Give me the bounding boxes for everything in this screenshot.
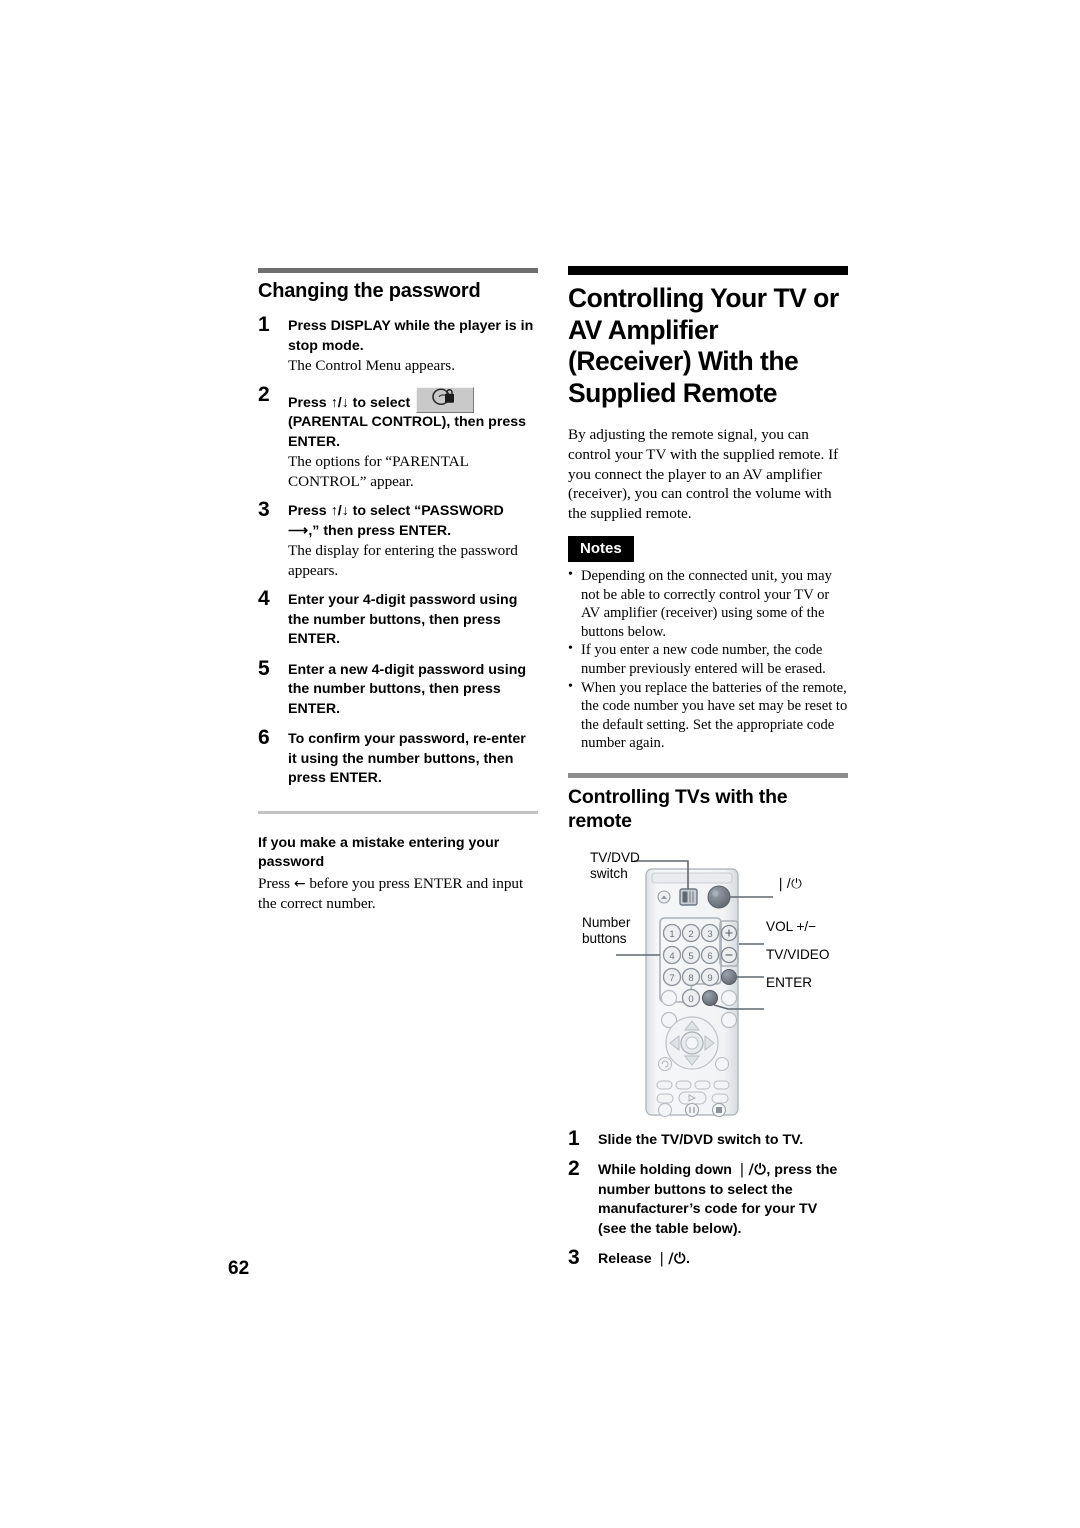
label-number-line1: Number bbox=[582, 914, 631, 930]
right-column: Controlling Your TV or AV Amplifier (Rec… bbox=[568, 266, 848, 1281]
step-2: 2 Press ↑/↓ to select (PARENTAL CONTROL)… bbox=[258, 382, 538, 492]
label-enter-button: ENTER bbox=[766, 974, 813, 990]
svg-text:8: 8 bbox=[688, 973, 693, 984]
right-separator-rule bbox=[568, 772, 848, 778]
remote-step-2: 2 While holding down ❘/⏻, press the numb… bbox=[568, 1157, 848, 1239]
step-number: 6 bbox=[258, 726, 270, 749]
svg-text:4: 4 bbox=[669, 951, 674, 962]
step-instruction: Press ↑/↓ to select “PASSWORD ⟶,” then p… bbox=[288, 503, 504, 539]
step-result: The display for entering the password ap… bbox=[288, 542, 518, 579]
step-number: 1 bbox=[568, 1126, 580, 1150]
parental-control-icon bbox=[416, 386, 475, 413]
tip-text-before: Press bbox=[258, 874, 294, 892]
note-item: When you replace the batteries of the re… bbox=[568, 678, 848, 753]
page-title: Controlling Your TV or AV Amplifier (Rec… bbox=[568, 283, 839, 408]
left-separator-rule bbox=[258, 810, 538, 814]
label-volume-buttons: VOL +/− bbox=[766, 918, 817, 934]
step-instruction: Press ↑/↓ to select (PARENTAL CONTROL), … bbox=[288, 386, 538, 453]
notes-list: Depending on the connected unit, you may… bbox=[568, 566, 848, 753]
step-instruction: Press DISPLAY while the player is in sto… bbox=[288, 318, 534, 354]
mistake-tip-block: If you make a mistake entering your pass… bbox=[258, 834, 538, 915]
note-item: Depending on the connected unit, you may… bbox=[568, 566, 848, 641]
step-instruction-part2: (PARENTAL CONTROL), then press ENTER. bbox=[288, 414, 527, 450]
step-number: 1 bbox=[258, 313, 270, 336]
left-arrow-icon: ← bbox=[293, 875, 306, 892]
mistake-tip-body: Press ← before you press ENTER and input… bbox=[258, 874, 538, 915]
step3-text-after: . bbox=[686, 1251, 690, 1268]
section-rule-right bbox=[568, 266, 848, 275]
right-subheading: Controlling TVs with the remote bbox=[568, 785, 788, 832]
remote-step-1: 1 Slide the TV/DVD switch to TV. bbox=[568, 1126, 848, 1151]
step-4: 4 Enter your 4-digit password using the … bbox=[258, 587, 538, 650]
manual-page: Changing the password 1 Press DISPLAY wh… bbox=[0, 0, 1080, 1528]
step-instruction: Release ❘/⏻. bbox=[598, 1250, 848, 1270]
label-tvdvd-switch: TV/DVD switch bbox=[590, 850, 640, 883]
svg-text:2: 2 bbox=[688, 929, 693, 940]
label-number-line2: buttons bbox=[582, 931, 627, 947]
step-3: 3 Press ↑/↓ to select “PASSWORD ⟶,” then… bbox=[258, 498, 538, 580]
step-number: 5 bbox=[258, 656, 270, 680]
step-instruction: Enter your 4-digit password using the nu… bbox=[288, 592, 518, 647]
step-1: 1 Press DISPLAY while the player is in s… bbox=[258, 313, 538, 376]
power-symbol-icon: ❘/⏻ bbox=[735, 1162, 767, 1179]
step-instruction: While holding down ❘/⏻, press the number… bbox=[598, 1161, 848, 1239]
svg-text:9: 9 bbox=[707, 973, 712, 984]
transport-buttons-row2 bbox=[656, 1091, 729, 1105]
step-6: 6 To confirm your password, re-enter it … bbox=[258, 726, 538, 789]
step-instruction: To confirm your password, re-enter it us… bbox=[288, 731, 526, 786]
step-number: 2 bbox=[258, 382, 270, 406]
remote-control-diagram: 1 2 3 4 5 6 7 8 9 0 TV/DVD switch Number… bbox=[568, 845, 853, 1117]
svg-text:7: 7 bbox=[669, 973, 674, 984]
svg-text:1: 1 bbox=[669, 929, 674, 940]
step-number: 3 bbox=[568, 1246, 580, 1270]
step-number: 4 bbox=[258, 587, 270, 610]
remote-step-3: 3 Release ❘/⏻. bbox=[568, 1246, 848, 1270]
label-power-button: ❘/⏻ bbox=[775, 875, 803, 891]
step-instruction-part1: Press ↑/↓ to select bbox=[288, 394, 411, 411]
intro-paragraph: By adjusting the remote signal, you can … bbox=[568, 426, 839, 523]
mistake-tip-heading: If you make a mistake entering your pass… bbox=[258, 834, 500, 870]
step-number: 3 bbox=[258, 498, 270, 521]
step-result: The options for “PARENTAL CONTROL” appea… bbox=[288, 453, 469, 490]
step-number: 2 bbox=[568, 1157, 580, 1181]
note-item: If you enter a new code number, the code… bbox=[568, 640, 848, 678]
step2-text-before: While holding down bbox=[598, 1162, 736, 1179]
svg-text:0: 0 bbox=[688, 994, 693, 1005]
left-section-heading: Changing the password bbox=[258, 280, 481, 302]
power-symbol-icon: ❘/⏻ bbox=[655, 1251, 687, 1268]
step-5: 5 Enter a new 4-digit password using the… bbox=[258, 656, 538, 720]
left-column: Changing the password 1 Press DISPLAY wh… bbox=[258, 268, 538, 924]
padlock-glyph bbox=[430, 387, 460, 412]
label-tvdvd-line1: TV/DVD bbox=[590, 849, 640, 865]
label-tvdvd-line2: switch bbox=[590, 866, 628, 882]
notes-badge: Notes bbox=[568, 535, 634, 562]
svg-text:5: 5 bbox=[688, 951, 693, 962]
label-tv-video-button: TV/VIDEO bbox=[766, 946, 830, 962]
step-instruction: Slide the TV/DVD switch to TV. bbox=[598, 1131, 804, 1148]
notes-block: Notes Depending on the connected unit, y… bbox=[568, 535, 848, 753]
svg-text:3: 3 bbox=[707, 929, 712, 940]
label-number-buttons: Number buttons bbox=[582, 915, 630, 948]
step-result: The Control Menu appears. bbox=[288, 357, 456, 374]
page-number: 62 bbox=[228, 1258, 250, 1279]
section-rule-left bbox=[258, 268, 538, 273]
svg-text:6: 6 bbox=[707, 951, 712, 962]
step-instruction: Enter a new 4-digit password using the n… bbox=[288, 661, 527, 717]
step3-text-before: Release bbox=[598, 1251, 656, 1268]
transport-buttons-row3 bbox=[657, 1102, 727, 1117]
